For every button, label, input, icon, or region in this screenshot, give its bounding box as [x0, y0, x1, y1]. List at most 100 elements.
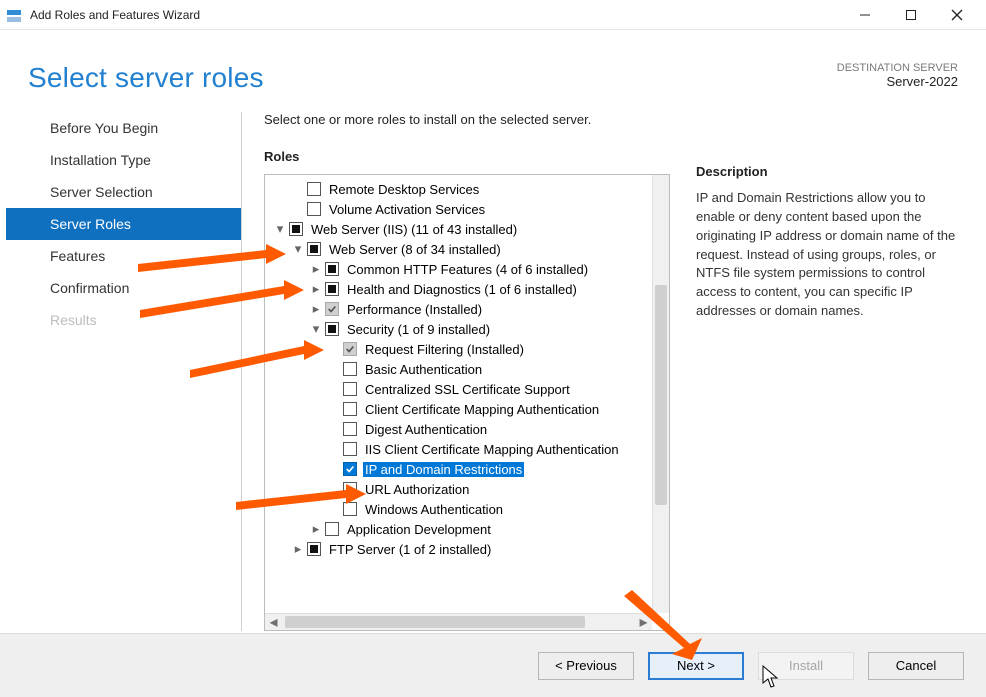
wizard-sidebar: Before You BeginInstallation TypeServer … [6, 112, 242, 631]
checkbox[interactable] [343, 442, 357, 456]
tree-item-label: IIS Client Certificate Mapping Authentic… [363, 442, 621, 457]
checkbox[interactable] [307, 542, 321, 556]
scroll-left-arrow[interactable]: ◂ [265, 614, 282, 630]
tree-item-label: Request Filtering (Installed) [363, 342, 526, 357]
checkbox[interactable] [307, 182, 321, 196]
instruction-text: Select one or more roles to install on t… [264, 112, 670, 127]
close-button[interactable] [934, 0, 980, 30]
tree-row[interactable]: Digest Authentication [273, 419, 652, 439]
tree-item-label: Health and Diagnostics (1 of 6 installed… [345, 282, 579, 297]
checkbox[interactable] [325, 302, 339, 316]
roles-heading: Roles [264, 149, 670, 164]
tree-item-label: Digest Authentication [363, 422, 489, 437]
tree-row[interactable]: Client Certificate Mapping Authenticatio… [273, 399, 652, 419]
horizontal-scrollbar[interactable]: ◂ ▸ [265, 613, 652, 630]
roles-tree-box: Remote Desktop Services Volume Activation… [264, 174, 670, 631]
checkbox[interactable] [343, 342, 357, 356]
scrollbar-thumb[interactable] [285, 616, 585, 628]
expander-closed-icon[interactable]: ▸ [291, 542, 305, 556]
checkbox[interactable] [343, 482, 357, 496]
checkbox[interactable] [325, 322, 339, 336]
titlebar: Add Roles and Features Wizard [0, 0, 986, 30]
tree-row[interactable]: Volume Activation Services [273, 199, 652, 219]
tree-item-label: Security (1 of 9 installed) [345, 322, 492, 337]
mouse-cursor [762, 665, 780, 689]
tree-item-label: Volume Activation Services [327, 202, 487, 217]
destination-name: Server-2022 [837, 74, 958, 89]
tree-item-label: Web Server (8 of 34 installed) [327, 242, 503, 257]
previous-button[interactable]: < Previous [538, 652, 634, 680]
next-button[interactable]: Next > [648, 652, 744, 680]
tree-row[interactable]: ▸ FTP Server (1 of 2 installed) [273, 539, 652, 559]
tree-row[interactable]: IIS Client Certificate Mapping Authentic… [273, 439, 652, 459]
maximize-button[interactable] [888, 0, 934, 30]
tree-item-label: URL Authorization [363, 482, 471, 497]
tree-row[interactable]: IP and Domain Restrictions [273, 459, 652, 479]
wizard-step: Results [6, 304, 241, 336]
minimize-button[interactable] [842, 0, 888, 30]
checkbox[interactable] [307, 202, 321, 216]
page-header: Select server roles DESTINATION SERVER S… [0, 30, 986, 112]
expander-closed-icon[interactable]: ▸ [309, 262, 323, 276]
tree-item-label: Windows Authentication [363, 502, 505, 517]
tree-row[interactable]: ▸ Health and Diagnostics (1 of 6 installe… [273, 279, 652, 299]
checkbox[interactable] [325, 522, 339, 536]
expander-open-icon[interactable]: ▾ [309, 322, 323, 336]
tree-item-label: IP and Domain Restrictions [363, 462, 524, 477]
page-title: Select server roles [28, 62, 264, 94]
expander-closed-icon[interactable]: ▸ [309, 522, 323, 536]
wizard-step[interactable]: Before You Begin [6, 112, 241, 144]
checkbox[interactable] [343, 402, 357, 416]
tree-row[interactable]: ▾ Web Server (8 of 34 installed) [273, 239, 652, 259]
tree-row[interactable]: Basic Authentication [273, 359, 652, 379]
wizard-step[interactable]: Installation Type [6, 144, 241, 176]
window-title: Add Roles and Features Wizard [30, 8, 200, 22]
tree-row[interactable]: Centralized SSL Certificate Support [273, 379, 652, 399]
tree-row[interactable]: ▾ Security (1 of 9 installed) [273, 319, 652, 339]
expander-closed-icon[interactable]: ▸ [309, 302, 323, 316]
checkbox[interactable] [289, 222, 303, 236]
tree-item-label: Client Certificate Mapping Authenticatio… [363, 402, 601, 417]
destination-label: DESTINATION SERVER [837, 62, 958, 74]
tree-row[interactable]: ▸ Performance (Installed) [273, 299, 652, 319]
tree-item-label: Performance (Installed) [345, 302, 484, 317]
tree-row[interactable]: ▸ Application Development [273, 519, 652, 539]
destination-server: DESTINATION SERVER Server-2022 [837, 62, 958, 89]
tree-item-label: Centralized SSL Certificate Support [363, 382, 572, 397]
wizard-step[interactable]: Confirmation [6, 272, 241, 304]
checkbox[interactable] [325, 282, 339, 296]
scroll-right-arrow[interactable]: ▸ [635, 614, 652, 630]
wizard-step[interactable]: Server Roles [6, 208, 241, 240]
expander-open-icon[interactable]: ▾ [291, 242, 305, 256]
cancel-button[interactable]: Cancel [868, 652, 964, 680]
wizard-step[interactable]: Features [6, 240, 241, 272]
tree-row[interactable]: URL Authorization [273, 479, 652, 499]
wizard-footer: < Previous Next > Install Cancel [0, 633, 986, 697]
tree-row[interactable]: Request Filtering (Installed) [273, 339, 652, 359]
wizard-step[interactable]: Server Selection [6, 176, 241, 208]
tree-row[interactable]: Windows Authentication [273, 499, 652, 519]
app-icon [6, 7, 22, 23]
expander-closed-icon[interactable]: ▸ [309, 282, 323, 296]
expander-open-icon[interactable]: ▾ [273, 222, 287, 236]
tree-item-label: FTP Server (1 of 2 installed) [327, 542, 493, 557]
tree-item-label: Application Development [345, 522, 493, 537]
checkbox[interactable] [343, 382, 357, 396]
tree-row[interactable]: Remote Desktop Services [273, 179, 652, 199]
tree-item-label: Web Server (IIS) (11 of 43 installed) [309, 222, 519, 237]
checkbox[interactable] [343, 422, 357, 436]
checkbox[interactable] [343, 362, 357, 376]
checkbox[interactable] [343, 462, 357, 476]
description-heading: Description [696, 164, 958, 179]
tree-row[interactable]: ▸ Common HTTP Features (4 of 6 installed) [273, 259, 652, 279]
tree-item-label: Basic Authentication [363, 362, 484, 377]
description-text: IP and Domain Restrictions allow you to … [696, 189, 958, 321]
vertical-scrollbar[interactable] [652, 175, 669, 613]
tree-row[interactable]: ▾ Web Server (IIS) (11 of 43 installed) [273, 219, 652, 239]
checkbox[interactable] [307, 242, 321, 256]
tree-item-label: Common HTTP Features (4 of 6 installed) [345, 262, 590, 277]
checkbox[interactable] [325, 262, 339, 276]
checkbox[interactable] [343, 502, 357, 516]
scrollbar-thumb[interactable] [655, 285, 667, 505]
tree-item-label: Remote Desktop Services [327, 182, 481, 197]
